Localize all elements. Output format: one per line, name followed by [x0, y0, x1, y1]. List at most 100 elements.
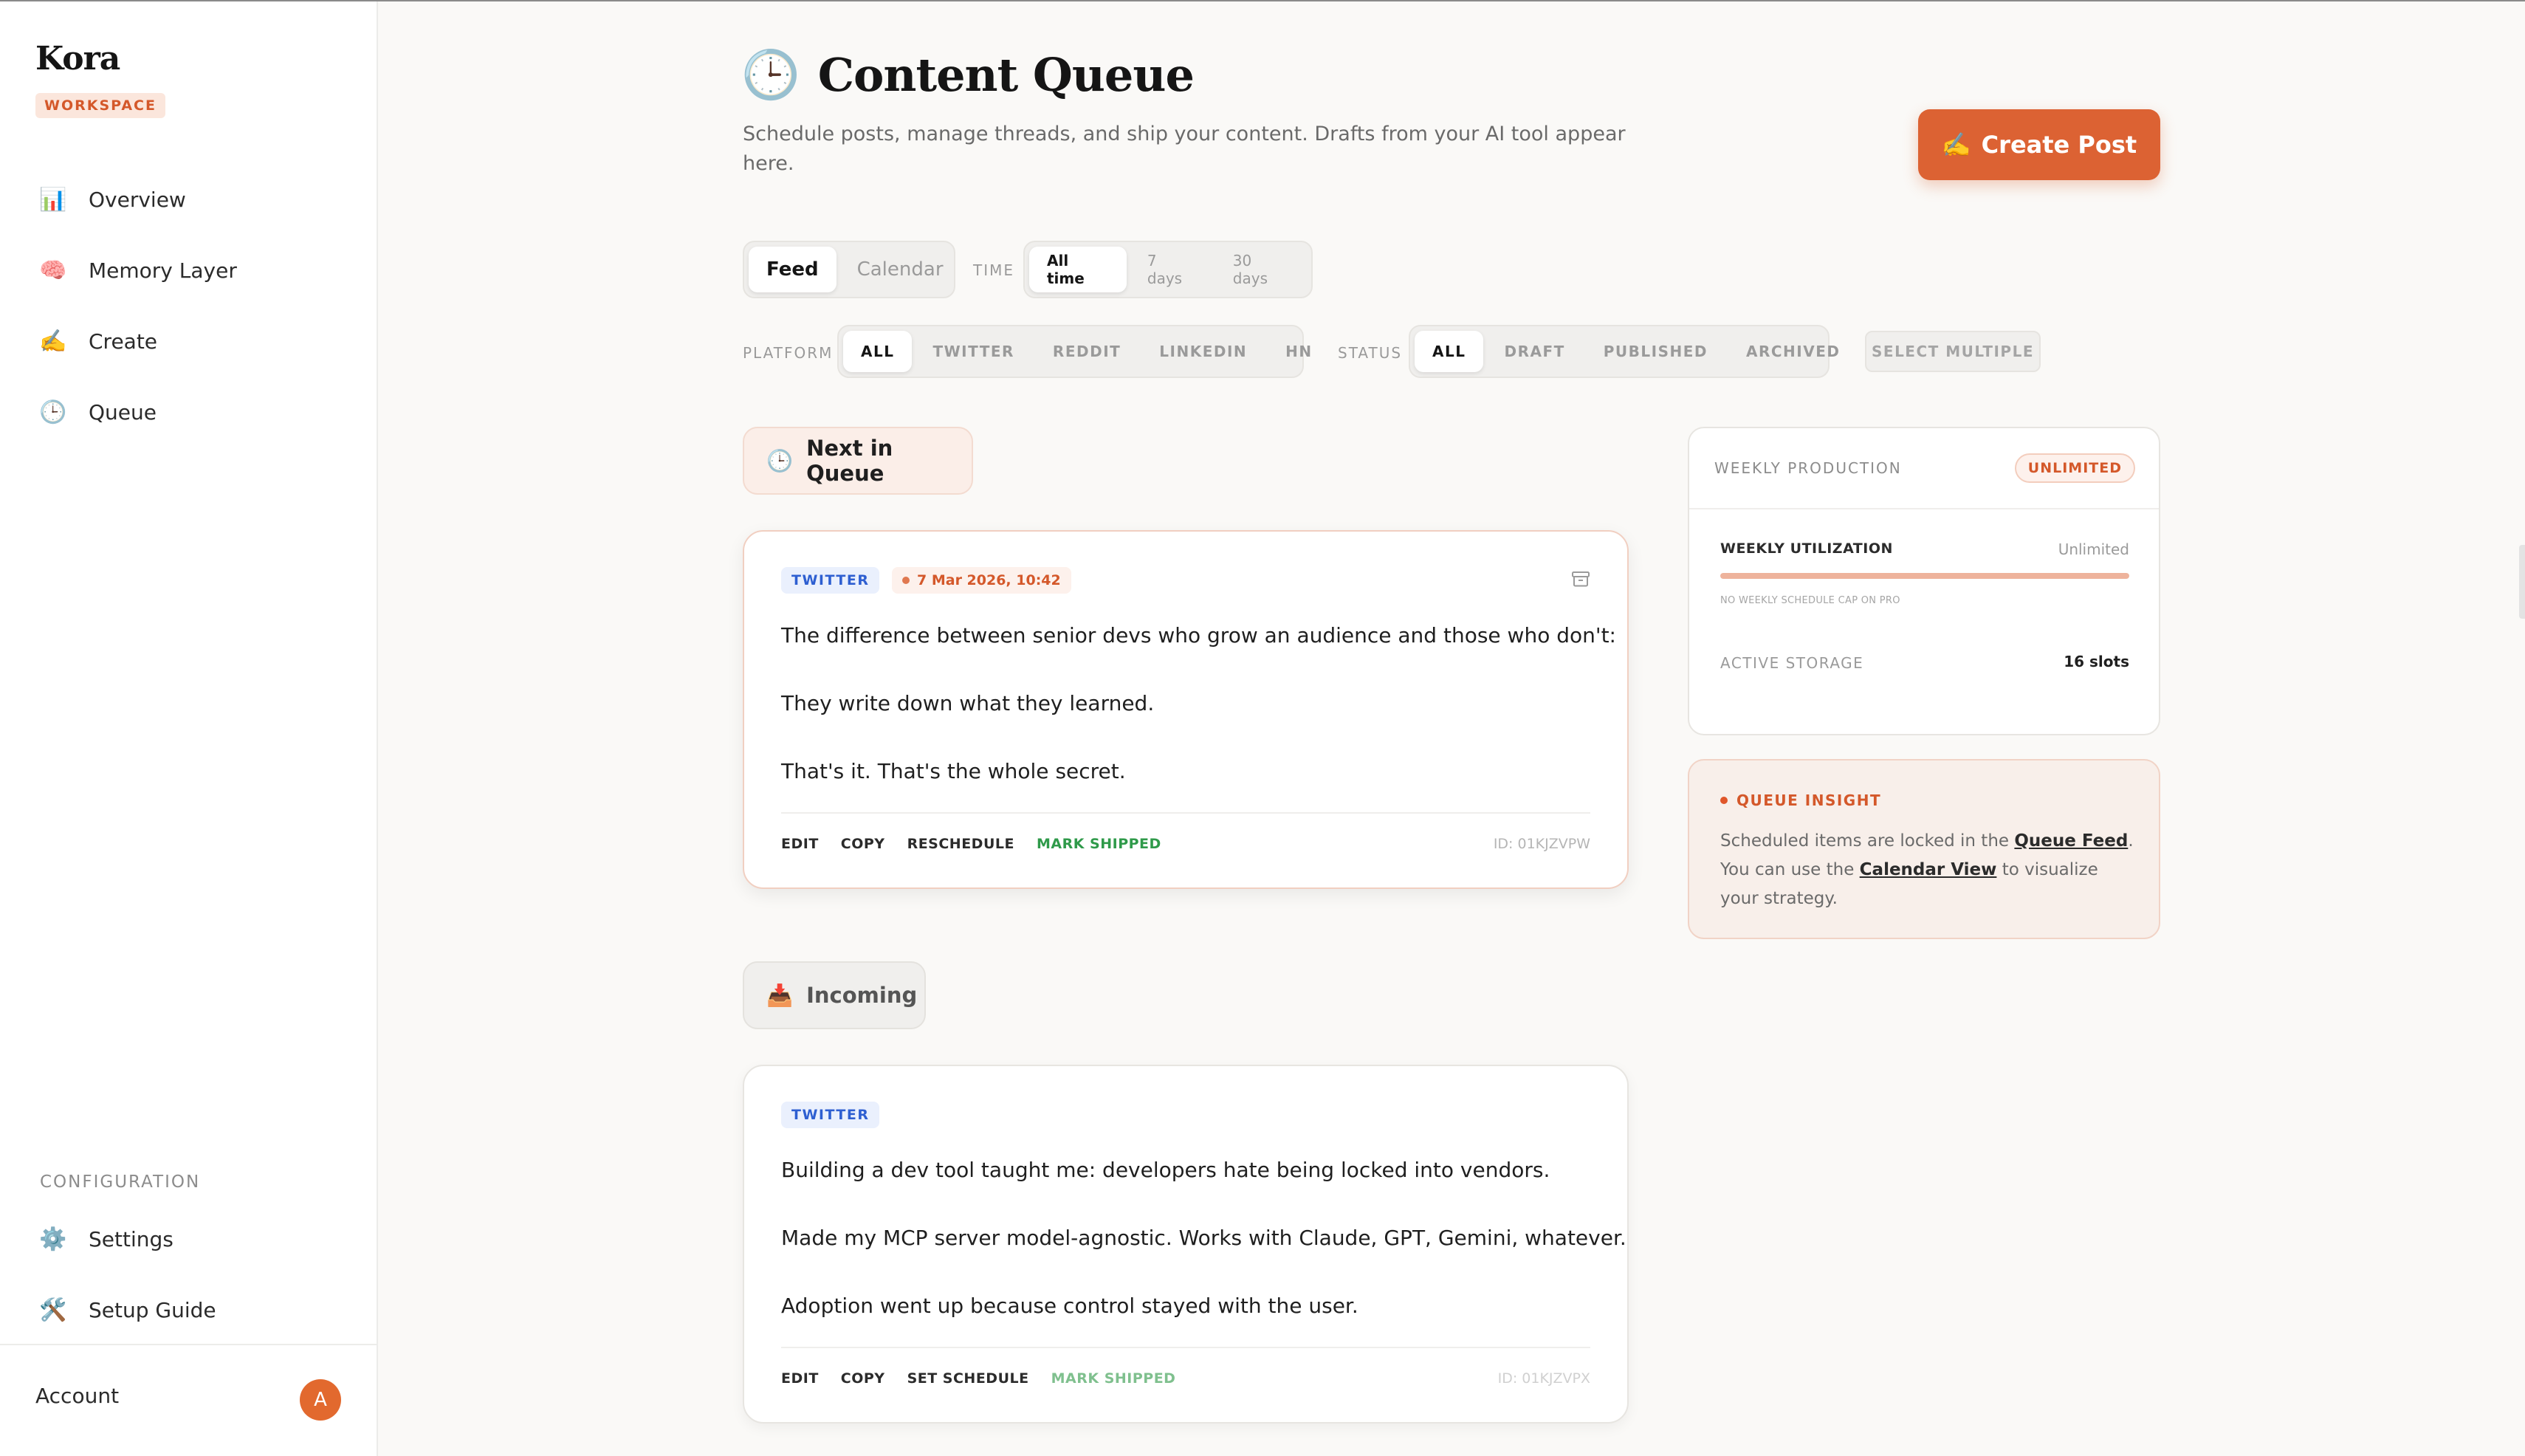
copy-button[interactable]: COPY — [841, 1370, 885, 1387]
post-text-line: The difference between senior devs who g… — [781, 623, 1616, 648]
clock-icon: 🕒 — [766, 447, 794, 473]
clock-icon: 🕒 — [39, 399, 67, 425]
utilization-label: WEEKLY UTILIZATION — [1720, 540, 1893, 557]
platform-tag: TWITTER — [781, 567, 880, 594]
brain-icon: 🧠 — [39, 257, 67, 284]
sidebar-item-settings[interactable]: ⚙️ Settings — [38, 1217, 174, 1261]
configuration-heading: CONFIGURATION — [40, 1172, 201, 1192]
select-multiple-button[interactable]: SELECT MULTIPLE — [1865, 331, 2041, 372]
queue-insight-panel: QUEUE INSIGHT Scheduled items are locked… — [1688, 759, 2160, 939]
sidebar-item-label: Create — [89, 329, 158, 354]
platform-linkedin[interactable]: LINKEDIN — [1141, 331, 1265, 372]
post-id: ID: 01KJZVPW — [1493, 836, 1590, 852]
sidebar-item-label: Queue — [89, 399, 157, 425]
sidebar-item-memory-layer[interactable]: 🧠 Memory Layer — [38, 248, 237, 292]
sidebar-item-label: Memory Layer — [89, 258, 237, 283]
sidebar-item-create[interactable]: ✍️ Create — [38, 319, 157, 363]
incoming-heading: 📥 Incoming — [743, 961, 926, 1029]
status-dot — [902, 577, 910, 584]
workspace-badge: WORKSPACE — [35, 93, 165, 118]
insight-text: Scheduled items are locked in the Queue … — [1720, 827, 2141, 913]
time-7-days[interactable]: 7 days — [1130, 247, 1212, 292]
calendar-view-link[interactable]: Calendar View — [1860, 860, 1997, 879]
time-filter-label: TIME — [973, 261, 1015, 279]
post-id: ID: 01KJZVPX — [1497, 1370, 1590, 1387]
card-divider — [781, 812, 1590, 814]
storage-label: ACTIVE STORAGE — [1720, 654, 1864, 672]
writing-hand-icon: ✍️ — [1941, 131, 1971, 159]
utilization-note: NO WEEKLY SCHEDULE CAP ON PRO — [1720, 595, 1900, 606]
status-filter: ALL DRAFT PUBLISHED ARCHIVED — [1409, 325, 1839, 378]
archive-icon[interactable] — [1571, 570, 1590, 588]
schedule-date: 7 Mar 2026, 10:42 — [917, 572, 1061, 588]
page-title: 🕒 Content Queue — [741, 47, 1195, 103]
section-label: Incoming — [806, 983, 918, 1008]
insight-title: QUEUE INSIGHT — [1720, 791, 1881, 809]
set-schedule-button[interactable]: SET SCHEDULE — [907, 1370, 1029, 1387]
platform-filter: ALL TWITTER REDDIT LINKEDIN HN — [837, 325, 1311, 378]
tab-calendar[interactable]: Calendar — [839, 247, 961, 292]
platform-hn[interactable]: HN — [1268, 331, 1330, 372]
sidebar: Kora WORKSPACE 📊 Overview 🧠 Memory Layer… — [0, 1, 378, 1456]
status-all[interactable]: ALL — [1415, 331, 1484, 372]
page-heading: Content Queue — [817, 48, 1195, 102]
sidebar-divider — [0, 1344, 378, 1345]
status-dot — [1720, 797, 1728, 804]
queue-feed-link[interactable]: Queue Feed — [2014, 831, 2128, 851]
time-filter: All time 7 days 30 days — [1023, 241, 1313, 298]
sidebar-item-label: Overview — [89, 187, 186, 212]
mark-shipped-button[interactable]: MARK SHIPPED — [1051, 1370, 1176, 1387]
platform-filter-label: PLATFORM — [743, 344, 834, 362]
post-card[interactable]: TWITTER Building a dev tool taught me: d… — [743, 1065, 1629, 1424]
account-link[interactable]: Account — [35, 1384, 119, 1408]
status-archived[interactable]: ARCHIVED — [1728, 331, 1858, 372]
sidebar-item-setup-guide[interactable]: 🛠️ Setup Guide — [38, 1288, 216, 1332]
utilization-value: Unlimited — [2058, 540, 2129, 558]
gear-icon: ⚙️ — [39, 1226, 67, 1252]
clock-icon: 🕒 — [741, 48, 800, 103]
post-text-line: They write down what they learned. — [781, 691, 1155, 715]
copy-button[interactable]: COPY — [841, 836, 885, 852]
utilization-bar — [1720, 573, 2129, 579]
weekly-production-panel: WEEKLY PRODUCTION UNLIMITED WEEKLY UTILI… — [1688, 427, 2160, 735]
create-post-label: Create Post — [1981, 131, 2137, 159]
post-text-line: Made my MCP server model-agnostic. Works… — [781, 1226, 1626, 1250]
platform-twitter[interactable]: TWITTER — [915, 331, 1031, 372]
reschedule-button[interactable]: RESCHEDULE — [907, 836, 1014, 852]
sidebar-item-label: Settings — [89, 1226, 174, 1251]
writing-hand-icon: ✍️ — [39, 328, 67, 354]
sidebar-item-label: Setup Guide — [89, 1297, 216, 1322]
post-text-line: Adoption went up because control stayed … — [781, 1294, 1358, 1318]
card-actions: EDIT COPY SET SCHEDULE MARK SHIPPED — [781, 1370, 1175, 1387]
status-draft[interactable]: DRAFT — [1486, 331, 1582, 372]
avatar[interactable]: A — [300, 1379, 341, 1421]
create-post-button[interactable]: ✍️ Create Post — [1918, 109, 2160, 180]
platform-tag: TWITTER — [781, 1102, 880, 1128]
next-in-queue-heading: 🕒 Next in Queue — [743, 427, 973, 495]
status-published[interactable]: PUBLISHED — [1586, 331, 1725, 372]
time-all[interactable]: All time — [1029, 247, 1127, 292]
insight-text-part: Scheduled items are locked in the — [1720, 831, 2015, 851]
inbox-tray-icon: 📥 — [766, 982, 794, 1008]
scroll-handle[interactable] — [2519, 545, 2525, 619]
view-toggle: Feed Calendar — [743, 241, 955, 298]
panel-title: WEEKLY PRODUCTION — [1714, 459, 1902, 477]
sidebar-item-overview[interactable]: 📊 Overview — [38, 177, 186, 222]
chart-icon: 📊 — [39, 186, 67, 213]
brand-logo[interactable]: Kora — [35, 40, 120, 78]
panel-divider — [1689, 508, 2159, 509]
edit-button[interactable]: EDIT — [781, 1370, 819, 1387]
post-text-line: Building a dev tool taught me: developer… — [781, 1158, 1550, 1182]
platform-all[interactable]: ALL — [843, 331, 913, 372]
edit-button[interactable]: EDIT — [781, 836, 819, 852]
post-text-line: That's it. That's the whole secret. — [781, 759, 1126, 783]
tab-feed[interactable]: Feed — [749, 247, 836, 292]
time-30-days[interactable]: 30 days — [1215, 247, 1307, 292]
platform-reddit[interactable]: REDDIT — [1035, 331, 1138, 372]
storage-value: 16 slots — [2064, 653, 2129, 670]
page-subtitle: Schedule posts, manage threads, and ship… — [743, 123, 1626, 175]
sidebar-item-queue[interactable]: 🕒 Queue — [38, 390, 157, 434]
mark-shipped-button[interactable]: MARK SHIPPED — [1037, 836, 1161, 852]
post-card[interactable]: TWITTER 7 Mar 2026, 10:42 The difference… — [743, 530, 1629, 889]
schedule-date-tag: 7 Mar 2026, 10:42 — [892, 567, 1071, 594]
